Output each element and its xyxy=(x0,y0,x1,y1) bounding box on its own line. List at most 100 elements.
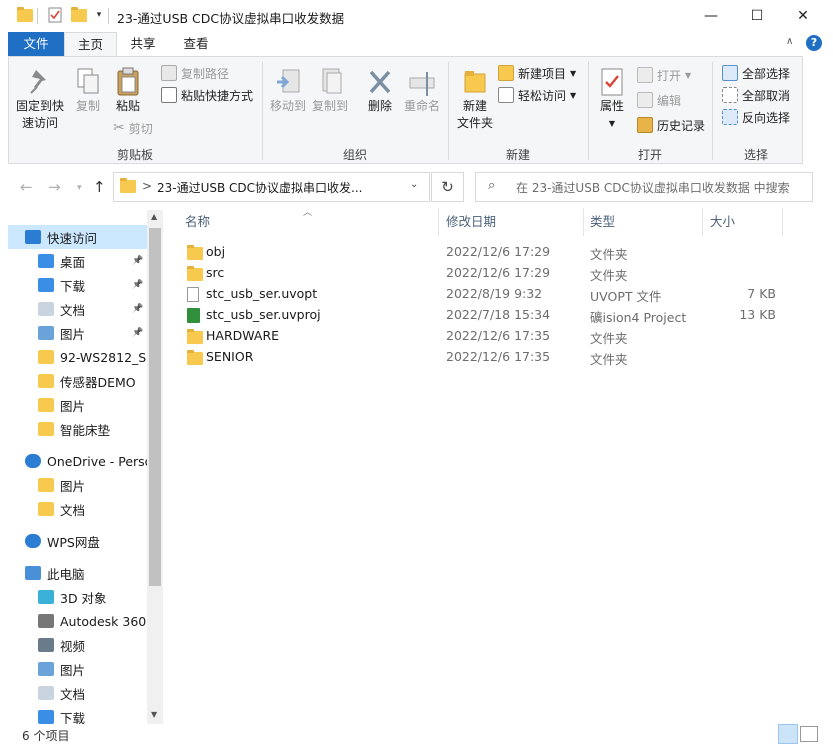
nav-item[interactable]: 桌面 📌 xyxy=(8,249,148,273)
open-button[interactable]: 打开 ▼ xyxy=(637,64,691,86)
select-none-button[interactable]: 全部取消 xyxy=(722,84,790,106)
nav-item[interactable]: 快速访问 xyxy=(8,225,148,249)
file-modified: 2022/12/6 17:35 xyxy=(446,349,551,364)
nav-item[interactable]: 文档 📌 xyxy=(8,297,148,321)
move-to-button[interactable]: 移动到 xyxy=(268,66,308,115)
file-modified: 2022/12/6 17:29 xyxy=(446,265,551,280)
nav-item[interactable]: 此电脑 xyxy=(8,561,148,585)
copy-path-button[interactable]: 复制路径 xyxy=(161,62,229,84)
nav-item[interactable]: 92-WS2812_SP xyxy=(8,345,148,369)
file-modified: 2022/12/6 17:29 xyxy=(446,244,551,259)
up-arrow-icon[interactable]: ↑ xyxy=(93,178,106,196)
address-dropdown-icon[interactable]: ⌄ xyxy=(410,179,418,190)
file-row[interactable]: obj 2022/12/6 17:29 文件夹 xyxy=(182,242,792,263)
file-row[interactable]: SENIOR 2022/12/6 17:35 文件夹 xyxy=(182,347,792,368)
file-row[interactable]: stc_usb_ser.uvopt 2022/8/19 9:32 UVOPT 文件 7… xyxy=(182,284,792,305)
customize-quick-access-icon[interactable]: ▾ xyxy=(90,6,108,24)
tab-share[interactable]: 共享 xyxy=(117,32,169,56)
tab-file[interactable]: 文件 xyxy=(8,32,64,56)
refresh-button[interactable]: ↻ xyxy=(431,172,464,202)
nav-item[interactable]: 图片 📌 xyxy=(8,321,148,345)
nav-item[interactable]: 下载 xyxy=(8,705,148,724)
tab-home[interactable]: 主页 xyxy=(64,32,117,56)
dropdown-arrow-icon: ▼ xyxy=(570,68,577,78)
details-view-button[interactable] xyxy=(778,724,798,744)
nav-item[interactable]: 下载 📌 xyxy=(8,273,148,297)
paste-shortcut-button[interactable]: 粘贴快捷方式 xyxy=(161,84,253,106)
nav-item[interactable]: 3D 对象 xyxy=(8,585,148,609)
maximize-button[interactable]: ☐ xyxy=(734,0,780,32)
column-header-name[interactable]: 名称 xyxy=(185,208,210,236)
properties-quick-icon[interactable] xyxy=(46,6,64,24)
nav-item[interactable]: 图片 xyxy=(8,393,148,417)
new-folder-button[interactable]: 新建 文件夹 xyxy=(455,66,495,132)
pin-to-quick-access-button[interactable]: 固定到快 速访问 xyxy=(14,66,66,132)
new-folder-quick-icon[interactable] xyxy=(70,6,88,24)
large-icons-view-button[interactable] xyxy=(800,726,818,742)
select-all-button[interactable]: 全部选择 xyxy=(722,62,790,84)
nav-item[interactable]: Autodesk 360 xyxy=(8,609,148,633)
select-none-label: 全部取消 xyxy=(742,88,791,103)
column-header-size[interactable]: 大小 xyxy=(710,208,735,236)
nav-item[interactable]: 文档 xyxy=(8,681,148,705)
scroll-thumb[interactable] xyxy=(149,228,161,586)
scroll-up-icon[interactable]: ▲ xyxy=(151,212,157,221)
forward-arrow-icon[interactable]: → xyxy=(48,178,61,196)
file-row[interactable]: src 2022/12/6 17:29 文件夹 xyxy=(182,263,792,284)
search-icon: ⌕ xyxy=(488,178,496,193)
nav-item-label: 图片 xyxy=(60,662,86,678)
search-input[interactable]: ⌕ 在 23-通过USB CDC协议虚拟串口收发数据 中搜索 xyxy=(475,172,813,202)
nav-item[interactable]: 图片 xyxy=(8,657,148,681)
file-type: 文件夹 xyxy=(590,247,628,262)
copy-to-icon xyxy=(322,68,342,94)
file-name: stc_usb_ser.uvproj xyxy=(206,307,321,322)
copy-button[interactable]: 复制 xyxy=(70,66,106,115)
collapse-ribbon-icon[interactable]: ∧ xyxy=(786,36,793,47)
dropdown-arrow-icon: ▼ xyxy=(608,119,616,128)
file-row[interactable]: HARDWARE 2022/12/6 17:35 文件夹 xyxy=(182,326,792,347)
tab-view[interactable]: 查看 xyxy=(170,32,222,56)
nav-item[interactable]: 图片 xyxy=(8,473,148,497)
copy-path-label: 复制路径 xyxy=(181,66,230,81)
nav-item-label: OneDrive - Perso xyxy=(47,453,148,469)
rename-button[interactable]: 重命名 xyxy=(402,66,442,115)
minimize-button[interactable]: — xyxy=(688,0,734,32)
paste-icon xyxy=(117,67,139,96)
copy-to-button[interactable]: 复制到 xyxy=(310,66,350,115)
easy-access-button[interactable]: 轻松访问 ▼ xyxy=(498,84,576,106)
edit-button[interactable]: 编辑 xyxy=(637,89,681,111)
column-header-modified[interactable]: 修改日期 xyxy=(446,208,496,236)
file-size: 13 KB xyxy=(739,307,776,322)
nav-item[interactable]: 传感器DEMO xyxy=(8,369,148,393)
nav-item-label: 图片 xyxy=(60,478,86,494)
group-label-open: 打开 xyxy=(637,148,662,162)
paste-shortcut-icon xyxy=(161,87,177,103)
nav-item[interactable]: 智能床垫 xyxy=(8,417,148,441)
nav-item[interactable]: 文档 xyxy=(8,497,148,521)
new-item-button[interactable]: 新建项目 ▼ xyxy=(498,62,576,84)
nav-item[interactable]: WPS网盘 xyxy=(8,529,148,553)
address-bar[interactable]: > 23-通过USB CDC协议虚拟串口收发... ⌄ xyxy=(113,172,430,202)
new-folder-label-line2: 文件夹 xyxy=(456,116,493,130)
paste-button[interactable]: 粘贴 xyxy=(110,66,146,115)
file-row[interactable]: stc_usb_ser.uvproj 2022/7/18 15:34 礦ision4… xyxy=(182,305,792,326)
nav-item[interactable]: OneDrive - Perso xyxy=(8,449,148,473)
invert-selection-button[interactable]: 反向选择 xyxy=(722,106,790,128)
recent-locations-icon[interactable]: ▾ xyxy=(77,183,82,193)
history-button[interactable]: 历史记录 xyxy=(637,114,705,136)
close-button[interactable]: ✕ xyxy=(780,0,826,32)
back-arrow-icon[interactable]: ← xyxy=(20,178,33,196)
scroll-down-icon[interactable]: ▼ xyxy=(151,710,157,719)
group-label-new: 新建 xyxy=(505,148,530,162)
column-header-type[interactable]: 类型 xyxy=(590,208,615,236)
help-icon[interactable]: ? xyxy=(806,35,822,51)
cut-button[interactable]: ✂ 剪切 xyxy=(113,117,153,139)
properties-button[interactable]: 属性 ▼ xyxy=(594,66,630,132)
title-bar: ▾ 23-通过USB CDC协议虚拟串口收发数据 — ☐ ✕ xyxy=(0,0,833,32)
nav-scrollbar[interactable]: ▲ ▼ xyxy=(147,210,163,724)
breadcrumb-path[interactable]: 23-通过USB CDC协议虚拟串口收发... xyxy=(157,179,363,196)
delete-button[interactable]: 删除 xyxy=(362,66,398,115)
nav-item[interactable]: 视频 xyxy=(8,633,148,657)
cloud-icon xyxy=(25,454,41,468)
copy-icon xyxy=(77,68,99,94)
